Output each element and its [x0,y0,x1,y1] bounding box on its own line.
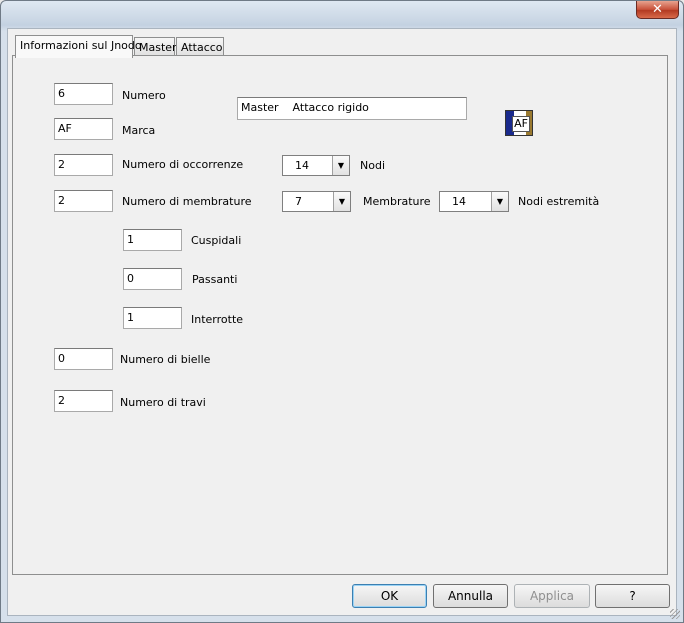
numero-input[interactable]: 6 [54,83,113,105]
close-button[interactable]: ✕ [636,1,679,19]
chevron-down-icon[interactable]: ▼ [333,192,350,211]
nodi-select[interactable]: 14 ▼ [282,155,350,176]
interrotte-input[interactable]: 1 [123,307,182,329]
marca-label: Marca [122,124,156,137]
cuspidali-label: Cuspidali [191,234,242,247]
cuspidali-input[interactable]: 1 [123,229,182,251]
membrature-select-value: 7 [295,195,302,208]
nodi-estremita-select-value: 14 [452,195,466,208]
tab-label: Informazioni sul Jnodo [20,39,142,52]
af-icon-text: AF [512,116,530,132]
nodi-label: Nodi [360,159,385,172]
description-field: Master Attacco rigido [237,97,467,120]
occorrenze-label: Numero di occorrenze [122,158,244,171]
tab-attacco[interactable]: Attacco [176,37,224,57]
nodi-estremita-select[interactable]: 14 ▼ [439,191,509,212]
help-button[interactable]: ? [595,584,670,608]
membrature-select[interactable]: 7 ▼ [282,191,351,212]
bielle-input[interactable]: 0 [54,348,113,370]
membrature-combo-label: Membrature [363,195,431,208]
tab-informazioni[interactable]: Informazioni sul Jnodo [15,35,142,58]
passanti-input[interactable]: 0 [123,268,182,290]
applica-button[interactable]: Applica [514,584,590,608]
close-icon: ✕ [652,2,663,17]
tab-label: Attacco [181,41,223,54]
nodi-estremita-label: Nodi estremità [518,195,600,208]
travi-input[interactable]: 2 [54,390,113,412]
resize-grip-icon[interactable] [670,609,680,619]
bielle-label: Numero di bielle [120,353,211,366]
membrature-label: Numero di membrature [122,195,252,208]
af-icon: AF [505,110,533,136]
annulla-button[interactable]: Annulla [433,584,508,608]
nodi-select-value: 14 [295,159,309,172]
passanti-label: Passanti [192,273,238,286]
numero-label: Numero [122,89,166,102]
interrotte-label: Interrotte [191,313,244,326]
chevron-down-icon[interactable]: ▼ [332,156,349,175]
membrature-input[interactable]: 2 [54,190,113,212]
occorrenze-input[interactable]: 2 [54,154,113,176]
marca-input[interactable]: AF [54,118,113,140]
ok-button[interactable]: OK [352,584,427,608]
chevron-down-icon[interactable]: ▼ [491,192,508,211]
tab-label: Master [139,41,177,54]
travi-label: Numero di travi [120,396,206,409]
